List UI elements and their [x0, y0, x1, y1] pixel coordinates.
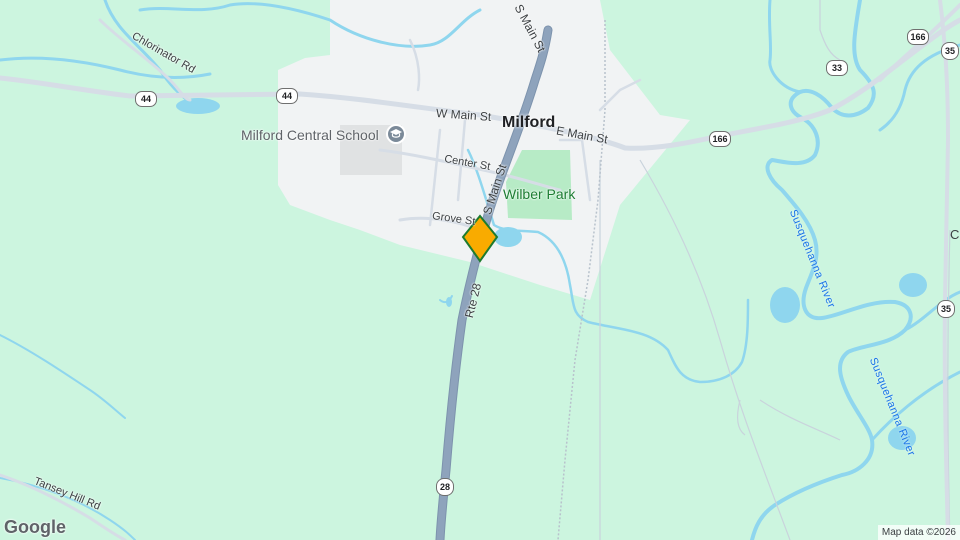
route-shield-35-right: 35: [937, 300, 955, 318]
route-shield-166-mid: 166: [709, 131, 731, 147]
pond-river-2: [899, 273, 927, 297]
map-attribution[interactable]: Map data ©2026: [877, 525, 960, 540]
route-shield-44-left: 44: [135, 91, 157, 107]
route-shield-33: 33: [826, 60, 848, 76]
google-logo[interactable]: Google: [4, 517, 66, 538]
pond-left: [176, 98, 220, 114]
pond-small: [446, 297, 452, 307]
school-icon[interactable]: [386, 124, 406, 144]
route-shield-166-top: 166: [907, 29, 929, 45]
map-canvas[interactable]: Milford W Main St E Main St S Main St S …: [0, 0, 960, 540]
edge-label-fragment: C: [950, 227, 960, 242]
route-shield-35-top: 35: [941, 42, 959, 60]
pond-river-1: [770, 287, 800, 323]
route-shield-28: 28: [436, 478, 454, 496]
poi-label-park[interactable]: Wilber Park: [503, 186, 575, 202]
poi-label-school[interactable]: Milford Central School: [241, 127, 379, 143]
route-shield-44-right: 44: [276, 88, 298, 104]
town-label: Milford: [502, 114, 556, 131]
